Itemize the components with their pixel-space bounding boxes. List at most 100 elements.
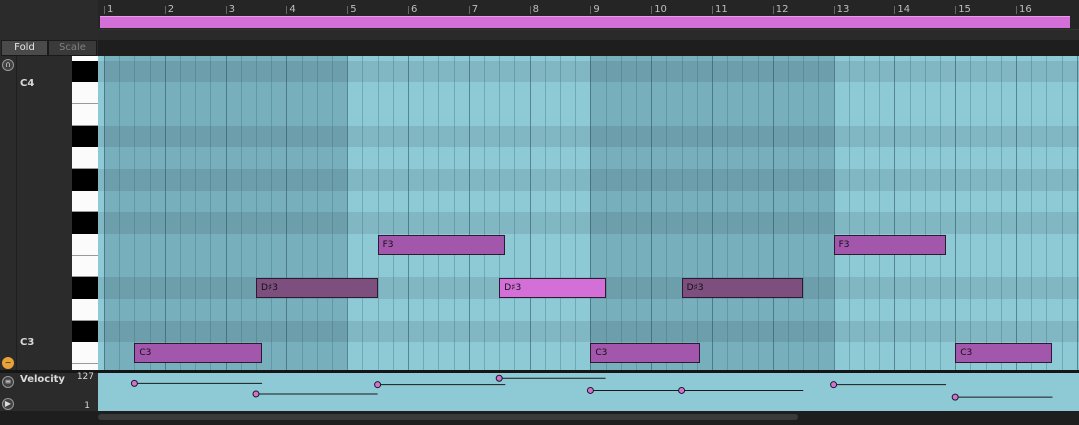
black-key[interactable] (72, 60, 98, 83)
beat-line (499, 56, 501, 370)
bar-tick (955, 6, 957, 14)
bar-tick (894, 6, 896, 14)
beat-line (636, 56, 637, 370)
bar-line (468, 56, 470, 370)
beat-line (1031, 56, 1033, 370)
play-icon[interactable]: ▶ (2, 398, 14, 410)
midi-note[interactable]: F3 (377, 235, 506, 256)
midi-note[interactable]: C3 (134, 343, 263, 364)
velocity-lane[interactable] (98, 373, 1079, 411)
black-key-row (98, 320, 1079, 343)
bar-number: 11 (715, 4, 728, 15)
bar-tick (529, 6, 531, 14)
velocity-handle[interactable] (830, 381, 838, 389)
octave-label-c4: C4 (20, 78, 35, 89)
bar-tick (1016, 6, 1017, 14)
velocity-handle[interactable] (495, 374, 503, 382)
white-key[interactable] (72, 342, 98, 364)
piano-keyboard[interactable] (72, 56, 98, 386)
bar-line (772, 56, 774, 370)
beat-line (605, 56, 607, 370)
bar-tick (833, 6, 835, 14)
beat-line (316, 56, 318, 370)
beat-line (879, 56, 881, 370)
beat-line (696, 56, 698, 370)
beat-line (985, 56, 987, 370)
beat-line (149, 56, 151, 370)
white-key[interactable] (72, 147, 98, 170)
velocity-handle[interactable] (951, 393, 959, 401)
beat-line (332, 56, 333, 370)
black-key[interactable] (72, 169, 98, 191)
white-key[interactable] (72, 190, 98, 213)
headphones-icon[interactable]: ∩ (2, 59, 14, 71)
beat-line (742, 56, 744, 370)
black-key-row (98, 212, 1079, 235)
beat-line (1061, 56, 1063, 370)
beat-line (940, 56, 941, 370)
beat-line (423, 56, 425, 370)
loop-brace[interactable] (100, 16, 1070, 28)
timeline-strip[interactable] (98, 29, 1079, 40)
midi-note[interactable]: C3 (955, 343, 1053, 364)
white-key[interactable] (72, 255, 98, 278)
velocity-handle[interactable] (678, 386, 686, 394)
scale-button[interactable]: Scale (48, 40, 97, 56)
beat-line (301, 56, 303, 370)
velocity-handle[interactable] (130, 379, 138, 387)
midi-note[interactable]: C3 (590, 343, 700, 364)
beat-line (180, 56, 181, 370)
bar-tick (712, 6, 713, 14)
white-key[interactable] (72, 299, 98, 321)
bar-number: 1 (107, 4, 114, 15)
black-key[interactable] (72, 125, 98, 148)
beat-line (271, 56, 273, 370)
bar-number: 9 (593, 4, 600, 15)
midi-note[interactable]: D♯3 (681, 278, 804, 299)
midi-note[interactable]: D♯3 (499, 278, 606, 299)
white-key[interactable] (72, 104, 98, 126)
bar-tick (286, 6, 288, 14)
black-key[interactable] (72, 277, 98, 300)
bar-line (408, 56, 409, 370)
collapse-icon[interactable]: − (2, 357, 14, 369)
black-key[interactable] (72, 212, 98, 235)
beat-line (438, 56, 440, 370)
beat-line (1046, 56, 1048, 370)
bar-line (164, 56, 166, 370)
bar-number: 7 (471, 4, 479, 15)
white-key[interactable] (72, 82, 98, 105)
beat-line (484, 56, 485, 370)
beat-line (560, 56, 561, 370)
bar-tick (104, 6, 105, 14)
note-grid[interactable]: C3 D♯3 F3 D♯3 C3 D♯3 F3 C3 (98, 56, 1079, 370)
beat-line (970, 56, 972, 370)
horizontal-scrollbar[interactable] (98, 414, 798, 420)
bar-tick (468, 6, 470, 14)
velocity-handle[interactable] (586, 386, 594, 394)
velocity-handle[interactable] (252, 390, 260, 398)
velocity-title: Velocity (20, 374, 65, 385)
black-key-row (98, 60, 1079, 83)
beat-line (377, 56, 379, 370)
fold-button[interactable]: Fold (1, 40, 48, 56)
bar-line (712, 56, 713, 370)
beat-line (544, 56, 546, 370)
octave-label-column (16, 56, 73, 370)
midi-note[interactable]: F3 (833, 235, 947, 256)
bar-tick (408, 6, 409, 14)
bar-number: 5 (350, 4, 357, 15)
beat-line (909, 56, 911, 370)
beat-line (848, 56, 850, 370)
velocity-handle[interactable] (374, 381, 382, 389)
bar-number: 13 (836, 4, 850, 15)
bar-tick (772, 6, 774, 14)
beat-line (256, 56, 257, 370)
white-key[interactable] (72, 234, 98, 256)
beat-line (453, 56, 455, 370)
black-key[interactable] (72, 320, 98, 343)
beat-line (803, 56, 805, 370)
bar-tick (347, 6, 349, 14)
midi-note[interactable]: D♯3 (256, 278, 378, 299)
lane-menu-icon[interactable]: ≡ (2, 376, 14, 388)
